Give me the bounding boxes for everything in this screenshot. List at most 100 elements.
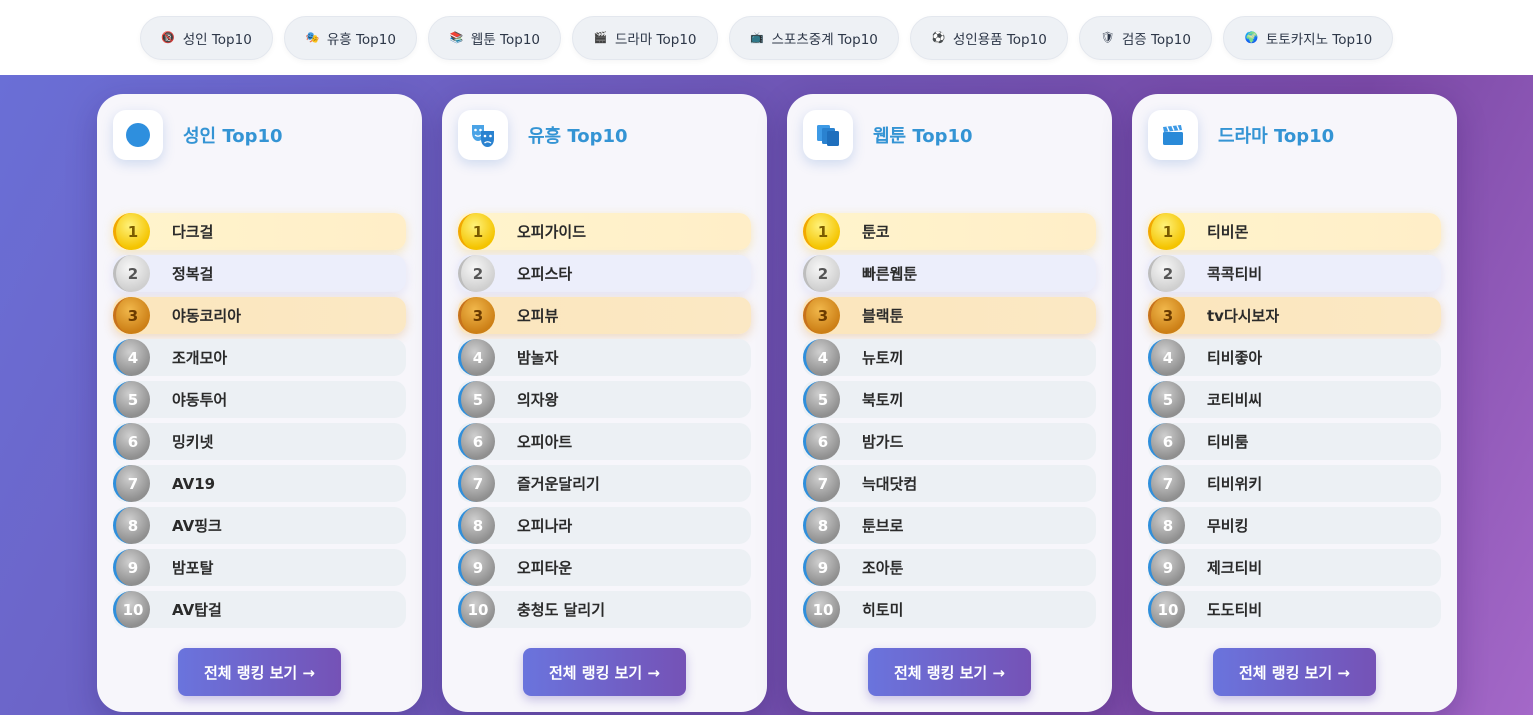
nav-pill-toto-casino[interactable]: 🌍 토토카지노 Top10 <box>1222 15 1394 60</box>
site-name: 오피뷰 <box>517 307 559 325</box>
rank-badge: 9 <box>803 549 840 586</box>
site-name: 북토끼 <box>862 391 904 409</box>
tv-icon: 📺 <box>750 31 764 44</box>
nav-pill-label: 웹툰 Top10 <box>470 31 540 48</box>
site-name: 오피스타 <box>517 265 573 283</box>
ranking-row[interactable]: 4 티비좋아 <box>1148 339 1441 376</box>
ranking-row[interactable]: 1 티비몬 <box>1148 213 1441 250</box>
ranking-row[interactable]: 10 AV탑걸 <box>113 591 406 628</box>
rank-badge: 4 <box>803 339 840 376</box>
soccer-ball-icon: ⚽ <box>931 31 946 44</box>
rank-badge: 2 <box>113 255 150 292</box>
nav-pill-adult[interactable]: 🔞 성인 Top10 <box>139 15 273 60</box>
card-header: 유흥 Top10 <box>458 110 628 160</box>
site-name: 콕콕티비 <box>1207 265 1263 283</box>
ranking-row[interactable]: 1 다크걸 <box>113 213 406 250</box>
ranking-row[interactable]: 2 콕콕티비 <box>1148 255 1441 292</box>
site-name: 무비킹 <box>1207 517 1249 535</box>
ranking-row[interactable]: 5 코티비씨 <box>1148 381 1441 418</box>
ranking-row[interactable]: 7 AV19 <box>113 465 406 502</box>
ranking-row[interactable]: 3 tv다시보자 <box>1148 297 1441 334</box>
site-name: 조개모아 <box>172 349 228 367</box>
ranking-row[interactable]: 1 오피가이드 <box>458 213 751 250</box>
site-name: 즐거운달리기 <box>517 475 600 493</box>
view-full-ranking-button[interactable]: 전체 랭킹 보기 → <box>178 648 341 696</box>
site-name: 히토미 <box>862 601 904 619</box>
ranking-row[interactable]: 2 정복걸 <box>113 255 406 292</box>
nav-pill-verified[interactable]: 🛡 검증 Top10 <box>1078 15 1212 60</box>
site-name: 충청도 달리기 <box>517 601 606 619</box>
rank-badge: 2 <box>1148 255 1185 292</box>
nav-pill-webtoon[interactable]: 📚 웹툰 Top10 <box>427 15 561 60</box>
ranking-row[interactable]: 3 오피뷰 <box>458 297 751 334</box>
rank-badge: 5 <box>458 381 495 418</box>
rank-badge: 10 <box>113 591 150 628</box>
card-header: 웹툰 Top10 <box>803 110 973 160</box>
ranking-row[interactable]: 3 야동코리아 <box>113 297 406 334</box>
ranking-row[interactable]: 4 뉴토끼 <box>803 339 1096 376</box>
site-name: 밍키넷 <box>172 433 214 451</box>
rank-badge: 1 <box>113 213 150 250</box>
rank-badge: 5 <box>113 381 150 418</box>
view-full-ranking-button[interactable]: 전체 랭킹 보기 → <box>1213 648 1376 696</box>
ranking-list: 1 오피가이드 2 오피스타 3 오피뷰 4 밤놀자 5 의자왕 6 오피아트 7 즐거운달리… <box>458 213 751 633</box>
nav-pill-label: 스포츠중계 Top10 <box>771 31 878 48</box>
rank-badge: 5 <box>803 381 840 418</box>
rank-badge: 4 <box>113 339 150 376</box>
card-title: 유흥 Top10 <box>528 126 628 147</box>
ranking-row[interactable]: 9 오피타운 <box>458 549 751 586</box>
ranking-row[interactable]: 6 오피아트 <box>458 423 751 460</box>
rank-badge: 7 <box>113 465 150 502</box>
ranking-row[interactable]: 4 조개모아 <box>113 339 406 376</box>
ranking-row[interactable]: 10 도도티비 <box>1148 591 1441 628</box>
ranking-row[interactable]: 4 밤놀자 <box>458 339 751 376</box>
view-full-ranking-button[interactable]: 전체 랭킹 보기 → <box>868 648 1031 696</box>
nav-pill-adult-goods[interactable]: ⚽ 성인용품 Top10 <box>909 15 1068 60</box>
rank-badge: 3 <box>458 297 495 334</box>
ranking-row[interactable]: 6 티비룸 <box>1148 423 1441 460</box>
rank-badge: 9 <box>113 549 150 586</box>
site-name: 야동코리아 <box>172 307 242 325</box>
ranking-row[interactable]: 7 즐거운달리기 <box>458 465 751 502</box>
nav-pill-label: 드라마 Top10 <box>615 31 697 48</box>
ranking-row[interactable]: 9 조아툰 <box>803 549 1096 586</box>
site-name: 제크티비 <box>1207 559 1263 577</box>
site-name: 툰코 <box>862 223 890 241</box>
ranking-row[interactable]: 9 제크티비 <box>1148 549 1441 586</box>
rank-badge: 3 <box>803 297 840 334</box>
site-name: 오피아트 <box>517 433 573 451</box>
ranking-row[interactable]: 3 블랙툰 <box>803 297 1096 334</box>
view-full-ranking-button[interactable]: 전체 랭킹 보기 → <box>523 648 686 696</box>
ranking-row[interactable]: 5 야동투어 <box>113 381 406 418</box>
books-icon <box>803 110 853 160</box>
ranking-row[interactable]: 6 밤가드 <box>803 423 1096 460</box>
ranking-row[interactable]: 8 툰브로 <box>803 507 1096 544</box>
ranking-row[interactable]: 2 오피스타 <box>458 255 751 292</box>
rank-badge: 8 <box>113 507 150 544</box>
nav-pill-label: 토토카지노 Top10 <box>1265 31 1373 48</box>
nav-pill-drama[interactable]: 🎬 드라마 Top10 <box>572 15 718 60</box>
rank-badge: 6 <box>113 423 150 460</box>
site-name: 밤가드 <box>862 433 904 451</box>
ranking-row[interactable]: 8 AV핑크 <box>113 507 406 544</box>
ranking-row[interactable]: 8 무비킹 <box>1148 507 1441 544</box>
ranking-row[interactable]: 7 티비위키 <box>1148 465 1441 502</box>
ranking-row[interactable]: 1 툰코 <box>803 213 1096 250</box>
ranking-row[interactable]: 7 늑대닷컴 <box>803 465 1096 502</box>
site-name: 티비몬 <box>1207 223 1249 241</box>
ranking-row[interactable]: 8 오피나라 <box>458 507 751 544</box>
ranking-row[interactable]: 5 의자왕 <box>458 381 751 418</box>
nav-pill-sports[interactable]: 📺 스포츠중계 Top10 <box>728 15 899 60</box>
site-name: 밤포탈 <box>172 559 214 577</box>
ranking-row[interactable]: 10 충청도 달리기 <box>458 591 751 628</box>
ranking-row[interactable]: 10 히토미 <box>803 591 1096 628</box>
rank-badge: 10 <box>803 591 840 628</box>
nav-pill-entertainment[interactable]: 🎭 유흥 Top10 <box>283 15 417 60</box>
site-name: AV19 <box>172 474 216 493</box>
nav-pill-label: 성인 Top10 <box>182 31 252 48</box>
ranking-row[interactable]: 5 북토끼 <box>803 381 1096 418</box>
ranking-row[interactable]: 2 빠른웹툰 <box>803 255 1096 292</box>
ranking-row[interactable]: 9 밤포탈 <box>113 549 406 586</box>
theater-masks-icon <box>458 110 508 160</box>
ranking-row[interactable]: 6 밍키넷 <box>113 423 406 460</box>
